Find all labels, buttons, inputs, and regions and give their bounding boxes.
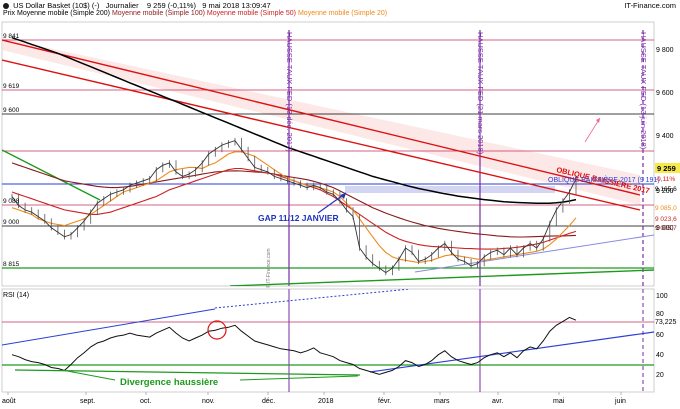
left-level-1: 9 619 <box>3 83 20 90</box>
rsi-title: RSI (14) <box>3 292 29 299</box>
watermark: © IT-Finance.com <box>265 248 272 288</box>
oblique-value-label: OBLIQUE BAISSIÈRE 2017 (9 191) <box>548 175 660 184</box>
rsi-support <box>369 331 654 373</box>
time-tick-label: mai <box>553 398 565 405</box>
price-tick-2: 9 400 <box>656 133 674 140</box>
change-tag: -0,11% <box>655 176 675 183</box>
left-level-2: 9 600 <box>3 107 20 114</box>
time-tick-label: nov. <box>202 398 215 405</box>
rsi-resistance <box>2 308 216 346</box>
rsi-tick-100: 100 <box>656 293 668 300</box>
time-tick-label: 2018 <box>318 398 334 405</box>
rsi-current-value: 73,225 <box>655 319 677 326</box>
time-tick-label: oct. <box>140 398 151 405</box>
rsi-resistance-extension <box>214 289 411 309</box>
level-tag-1: 9 165,6 <box>655 186 677 193</box>
left-level-5: 8 815 <box>3 261 20 268</box>
time-tick-label: déc. <box>262 398 275 405</box>
chart-canvas: HAUSSE TAUX FED (13 déc. 2017) HAUSSE TA… <box>1 21 680 405</box>
green-support-2017 <box>2 149 101 201</box>
time-axis: août sept. oct. nov. déc. 2018 févr. mars avr. ma… <box>2 392 626 405</box>
time-tick-label: mars <box>434 398 450 405</box>
time-tick-label: sept. <box>80 398 95 405</box>
fed-labels: HAUSSE TAUX FED (13 déc. 2017) HAUSSE TA… <box>285 32 648 155</box>
oblique-upper <box>2 39 641 196</box>
price-tick-1: 9 600 <box>656 90 674 97</box>
last-price-tag: 9 259 <box>657 164 676 173</box>
gap-zone <box>345 186 555 193</box>
level-tag-4: 9 005,7 <box>655 225 677 232</box>
level-tag-2: 9 085,0 <box>655 205 677 212</box>
fed-label-dec: HAUSSE TAUX FED (13 déc. 2017) <box>285 32 294 152</box>
rsi-line <box>11 316 577 375</box>
time-tick-label: févr. <box>378 398 391 405</box>
right-value-tags: 9 259 -0,11% 9 165,6 9 085,0 9 023,6 9 0… <box>655 163 680 232</box>
divergence-label: Divergence haussière <box>120 377 218 388</box>
left-level-4: 9 000 <box>3 219 20 226</box>
support-line-2018 <box>414 234 654 273</box>
divergence-arrow-right <box>239 375 359 381</box>
rsi-trendlines <box>2 289 654 376</box>
price-tick-0: 9 800 <box>656 47 674 54</box>
rsi-tick-60: 60 <box>656 332 664 339</box>
rsi-tick-40: 40 <box>656 352 664 359</box>
left-level-0: 9 841 <box>3 33 20 40</box>
time-tick-label: avr. <box>492 398 503 405</box>
rsi-axis: 100 80 60 40 20 <box>656 293 668 379</box>
left-level-labels: 9 841 9 619 9 600 9 088 9 000 8 815 <box>3 33 20 268</box>
time-tick-label: juin <box>614 398 626 405</box>
left-level-3: 9 088 <box>3 198 20 205</box>
long-support-line <box>229 269 654 286</box>
fed-label-jun: HAUSSE TAUX FED (13 juin 2018) <box>639 32 648 150</box>
time-tick-label: août <box>2 398 16 405</box>
gap-label: GAP 11/12 JANVIER <box>258 213 339 223</box>
target-arrowhead <box>596 118 600 123</box>
fed-label-mar: HAUSSE TAUX FED (21 mars 2018) <box>476 32 485 155</box>
level-tag-3: 9 023,6 <box>655 216 677 223</box>
rsi-tick-20: 20 <box>656 372 664 379</box>
rsi-tick-80: 80 <box>656 311 664 318</box>
horizontal-levels <box>2 39 654 269</box>
